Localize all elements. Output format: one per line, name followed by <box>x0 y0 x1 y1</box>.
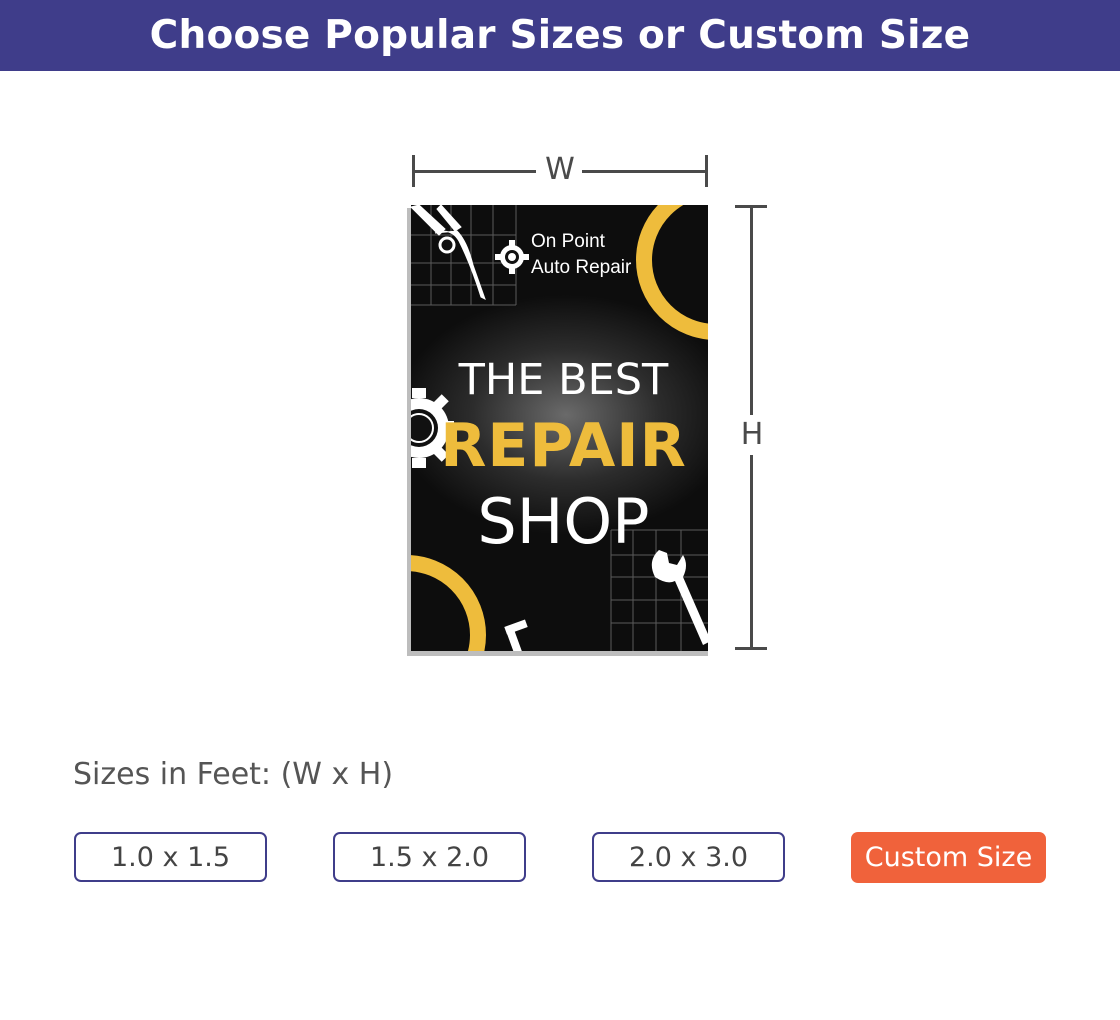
height-tick-bottom <box>735 647 767 650</box>
sign-brand: On Point Auto Repair <box>531 229 631 281</box>
wrench-icon <box>651 550 708 645</box>
width-line-left <box>412 170 536 173</box>
sign-brand-line2: Auto Repair <box>531 257 632 278</box>
page-header: Choose Popular Sizes or Custom Size <box>0 0 1120 71</box>
ring-bottom-left <box>411 555 486 651</box>
sign-preview: On Point Auto Repair THE BEST REPAIR SHO… <box>411 205 708 651</box>
height-dimension: H <box>733 205 773 651</box>
sign-headline-2: REPAIR <box>440 411 687 481</box>
size-option-3[interactable]: 2.0 x 3.0 <box>592 832 785 882</box>
bolt-icon <box>504 619 528 651</box>
width-dimension: W <box>412 150 708 190</box>
width-tick-right <box>705 155 708 187</box>
height-label: H <box>733 415 771 455</box>
sizes-label: Sizes in Feet: (W x H) <box>73 757 394 792</box>
size-option-1[interactable]: 1.0 x 1.5 <box>74 832 267 882</box>
custom-size-button[interactable]: Custom Size <box>851 832 1046 883</box>
page-title: Choose Popular Sizes or Custom Size <box>149 13 971 58</box>
width-line-right <box>582 170 706 173</box>
sign-brand-line1: On Point <box>531 231 605 252</box>
width-label: W <box>545 152 575 187</box>
sign-headline-3: SHOP <box>477 485 650 558</box>
sign-headline-1: THE BEST <box>458 355 669 405</box>
ring-top-right <box>636 205 708 340</box>
size-option-2[interactable]: 1.5 x 2.0 <box>333 832 526 882</box>
logo-gear-icon <box>495 240 529 274</box>
